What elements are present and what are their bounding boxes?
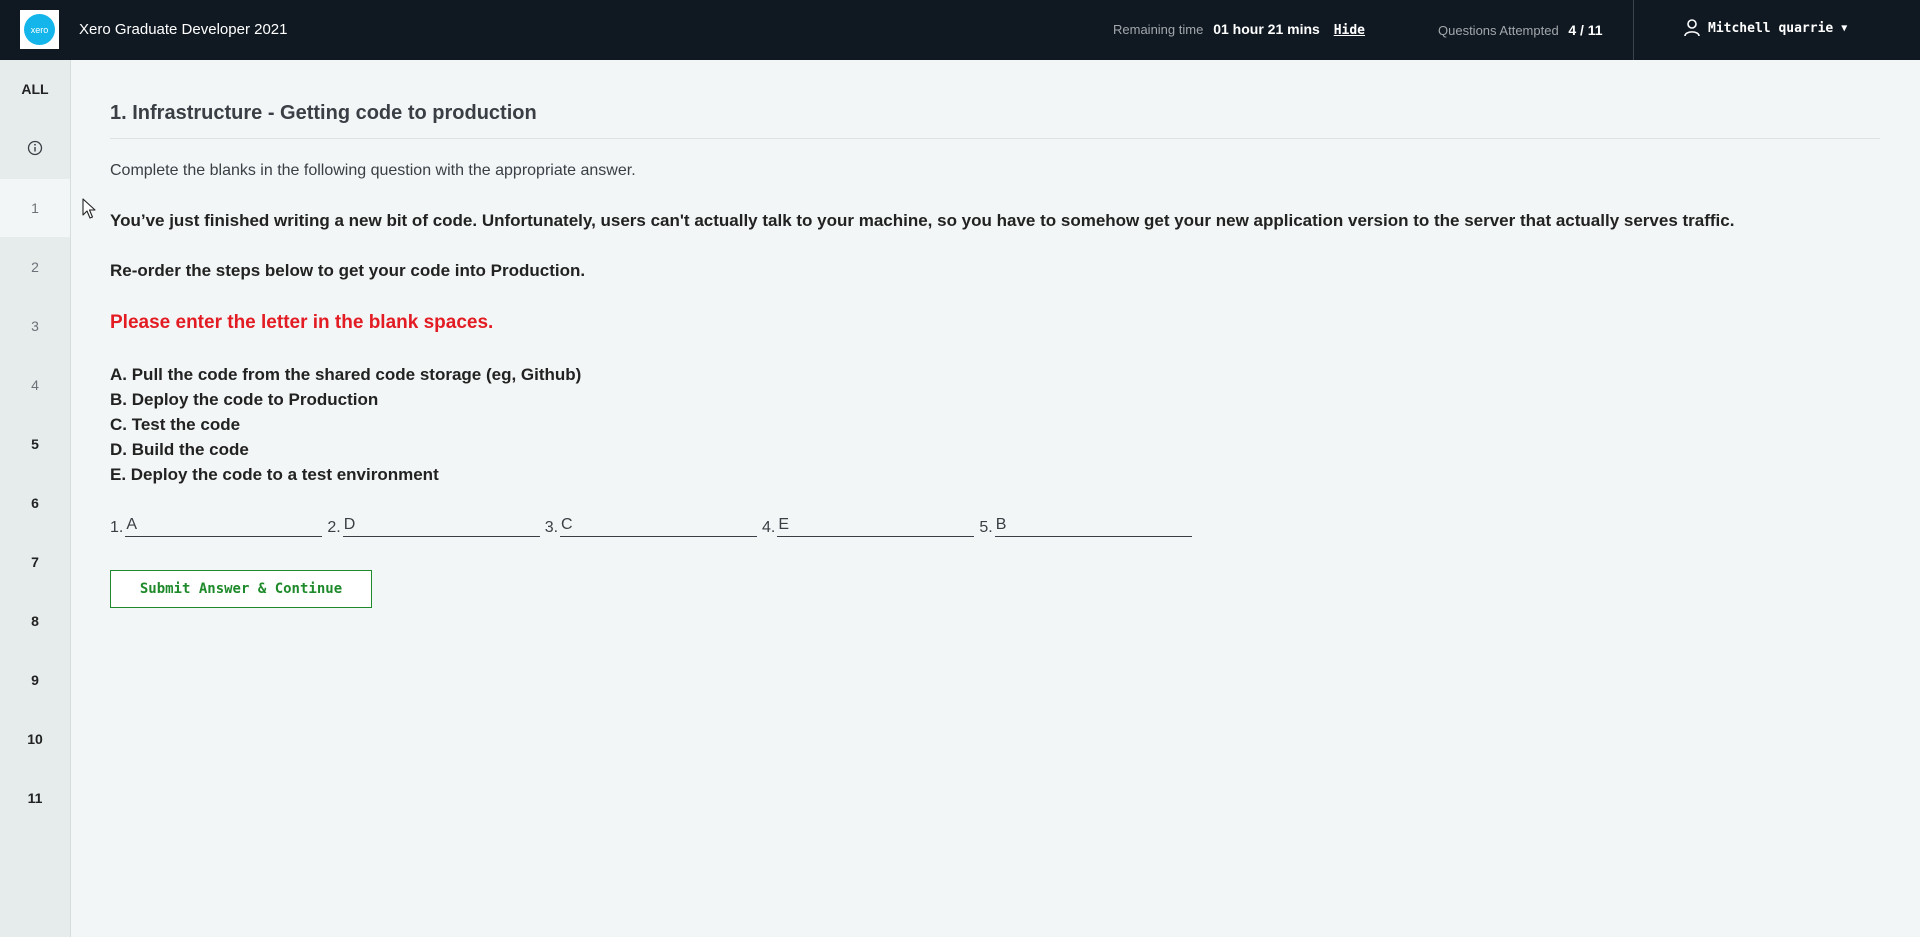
question-paragraph-1: You’ve just finished writing a new bit o… <box>110 211 1735 230</box>
question-title: 1. Infrastructure - Getting code to prod… <box>110 102 537 124</box>
sidebar-item-info[interactable] <box>0 119 70 177</box>
answer-number: 1. <box>110 519 124 536</box>
question-warning: Please enter the letter in the blank spa… <box>110 312 494 333</box>
option-list: A. Pull the code from the shared code st… <box>110 362 581 487</box>
questions-attempted-value: 4 / 11 <box>1568 22 1603 38</box>
option-item: E. Deploy the code to a test environment <box>110 465 439 484</box>
answer-blanks: 1. 2. 3. 4. 5. <box>110 516 1197 537</box>
top-bar: xero Xero Graduate Developer 2021 Remain… <box>0 0 1920 60</box>
option-item: B. Deploy the code to Production <box>110 390 379 409</box>
sidebar-item-6[interactable]: 6 <box>0 474 70 532</box>
sidebar-item-7[interactable]: 7 <box>0 533 70 591</box>
header-divider <box>1633 0 1634 60</box>
sidebar-item-9[interactable]: 9 <box>0 651 70 709</box>
option-item: D. Build the code <box>110 440 249 459</box>
answer-blank-4: 4. <box>762 516 975 537</box>
answer-blank-2: 2. <box>327 516 540 537</box>
title-divider <box>110 138 1880 139</box>
user-name: Mitchell quarrie <box>1708 20 1834 36</box>
answer-input-3[interactable] <box>560 516 758 537</box>
questions-attempted-label: Questions Attempted <box>1438 23 1559 38</box>
sidebar-item-4[interactable]: 4 <box>0 356 70 414</box>
info-icon <box>27 140 43 156</box>
chevron-down-icon: ▼ <box>1841 22 1848 34</box>
option-item: A. Pull the code from the shared code st… <box>110 365 582 384</box>
submit-answer-button[interactable]: Submit Answer & Continue <box>110 570 372 608</box>
sidebar-item-1[interactable]: 1 <box>0 179 70 237</box>
answer-input-4[interactable] <box>777 516 975 537</box>
sidebar-item-3[interactable]: 3 <box>0 297 70 355</box>
answer-blank-5: 5. <box>979 516 1192 537</box>
sidebar-item-10[interactable]: 10 <box>0 710 70 768</box>
remaining-time-label: Remaining time <box>1113 22 1204 37</box>
mouse-cursor-icon <box>82 198 96 219</box>
sidebar-item-5[interactable]: 5 <box>0 415 70 473</box>
answer-number: 3. <box>544 519 559 536</box>
hide-timer-link[interactable]: Hide <box>1334 23 1365 38</box>
remaining-time-value: 01 hour 21 mins <box>1213 21 1320 37</box>
sidebar-item-8[interactable]: 8 <box>0 592 70 650</box>
user-icon <box>1684 19 1700 37</box>
answer-number: 4. <box>762 519 776 536</box>
answer-input-1[interactable] <box>125 516 323 537</box>
answer-blank-1: 1. <box>110 516 323 537</box>
sidebar-item-2[interactable]: 2 <box>0 238 70 296</box>
user-menu[interactable]: Mitchell quarrie ▼ <box>1684 19 1847 37</box>
sidebar-item-11[interactable]: 11 <box>0 769 70 827</box>
question-paragraph-2: Re-order the steps below to get your cod… <box>110 261 586 280</box>
answer-input-2[interactable] <box>342 516 540 537</box>
answer-number: 2. <box>327 519 341 536</box>
xero-logo: xero <box>20 10 59 49</box>
answer-input-5[interactable] <box>994 516 1192 537</box>
remaining-time: Remaining time 01 hour 21 mins Hide <box>1113 21 1365 38</box>
xero-logo-mark: xero <box>24 14 55 45</box>
question-instruction: Complete the blanks in the following que… <box>110 162 636 179</box>
sidebar-item-all[interactable]: ALL <box>0 60 70 118</box>
questions-attempted: Questions Attempted 4 / 11 <box>1438 22 1603 38</box>
option-item: C. Test the code <box>110 415 241 434</box>
answer-blank-3: 3. <box>544 516 758 537</box>
answer-number: 5. <box>979 519 993 536</box>
question-nav-sidebar: ALL 1 2 3 4 5 6 7 8 9 10 11 <box>0 60 71 937</box>
app-title: Xero Graduate Developer 2021 <box>79 21 288 38</box>
